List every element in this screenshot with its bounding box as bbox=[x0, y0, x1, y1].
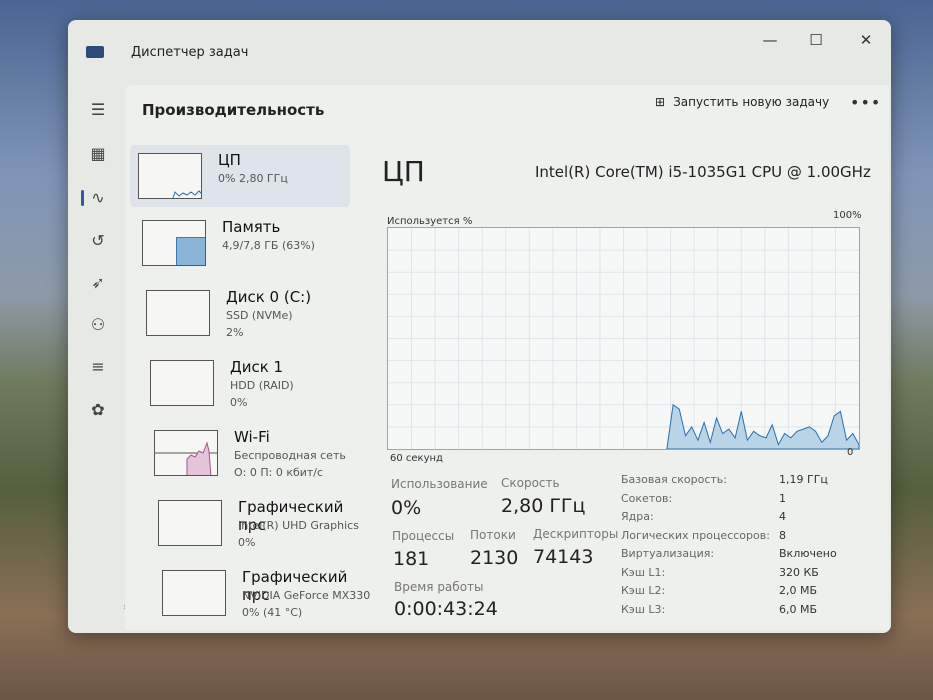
details-icon[interactable]: ≡ bbox=[86, 355, 110, 379]
spec-value: 2,0 МБ bbox=[779, 584, 818, 597]
cpu-heading: ЦП bbox=[382, 155, 425, 188]
uptime-label: Время работы bbox=[394, 580, 484, 594]
hamburger-menu-icon[interactable]: ☰ bbox=[86, 98, 110, 122]
device-name: ЦП bbox=[218, 151, 241, 169]
usage-value: 0% bbox=[391, 497, 422, 519]
performance-panel: Производительность ⊞ Запустить новую зада… bbox=[125, 85, 889, 630]
device-thumbnail-graph bbox=[146, 290, 210, 336]
cpu-model: Intel(R) Core(TM) i5-1035G1 CPU @ 1.00GH… bbox=[535, 163, 871, 181]
device-thumbnail-graph bbox=[154, 430, 218, 476]
task-manager-window: Диспетчер задач — ☐ ✕ ☰ ▦ ∿ ↺ ➶ ⚇ ≡ ✿ ⚙ … bbox=[68, 20, 891, 633]
spec-value: 1 bbox=[779, 491, 786, 505]
device-usage: 0% bbox=[230, 396, 248, 409]
device-name: Диск 1 bbox=[230, 358, 284, 376]
spec-label: Ядра: bbox=[621, 510, 654, 523]
device-detail: HDD (RAID) bbox=[230, 379, 294, 392]
startup-apps-icon[interactable]: ➶ bbox=[86, 271, 110, 295]
device-name: Диск 0 (C:) bbox=[226, 288, 312, 306]
spec-value: 1,19 ГГц bbox=[779, 473, 828, 486]
spec-label: Кэш L3: bbox=[621, 602, 666, 616]
spec-value: 4 bbox=[779, 510, 786, 523]
services-icon[interactable]: ✿ bbox=[86, 398, 110, 422]
graph-label: Используется % bbox=[387, 216, 473, 227]
device-item-cpu[interactable]: ЦП 0% 2,80 ГГц bbox=[130, 145, 350, 207]
speed-value: 2,80 ГГц bbox=[501, 495, 586, 517]
device-item-gpu[interactable]: Графический прс NVIDIA GeForce MX330 0% (4… bbox=[154, 562, 374, 624]
window-title: Диспетчер задач bbox=[131, 45, 249, 60]
performance-icon[interactable]: ∿ bbox=[81, 186, 110, 210]
graph-time-label: 60 секунд bbox=[390, 453, 443, 464]
users-icon[interactable]: ⚇ bbox=[86, 313, 110, 337]
run-new-task-button[interactable]: ⊞ Запустить новую задачу bbox=[655, 95, 829, 109]
device-thumbnail-graph bbox=[138, 153, 202, 199]
device-usage: 0% bbox=[238, 536, 256, 549]
processes-label: Процессы bbox=[392, 529, 455, 543]
handles-value: 74143 bbox=[533, 546, 594, 568]
device-name: Wi-Fi bbox=[234, 428, 270, 446]
device-item-wifi[interactable]: Wi-Fi Беспроводная сеть О: 0 П: 0 кбит/с bbox=[146, 422, 366, 484]
device-item-gpu[interactable]: Графический прс Intel(R) UHD Graphics 0% bbox=[150, 492, 370, 554]
page-title: Производительность bbox=[142, 101, 325, 119]
processes-value: 181 bbox=[393, 548, 430, 570]
device-thumbnail-graph bbox=[150, 360, 214, 406]
minimize-button[interactable]: — bbox=[748, 26, 792, 54]
device-detail: Intel(R) UHD Graphics bbox=[238, 519, 359, 532]
title-bar: Диспетчер задач — ☐ ✕ bbox=[68, 20, 891, 80]
device-detail: NVIDIA GeForce MX330 bbox=[242, 589, 371, 602]
more-options-button[interactable]: ••• bbox=[850, 93, 881, 112]
graph-max-label: 100% bbox=[833, 210, 862, 221]
spec-value: 6,0 МБ bbox=[779, 602, 818, 616]
device-thumbnail-graph bbox=[142, 220, 206, 266]
threads-value: 2130 bbox=[470, 547, 519, 569]
device-thumbnail-graph bbox=[162, 570, 226, 616]
new-task-icon: ⊞ bbox=[655, 95, 666, 109]
spec-label: Кэш L1: bbox=[621, 565, 666, 579]
threads-label: Потоки bbox=[470, 528, 516, 542]
device-detail: 0% 2,80 ГГц bbox=[218, 172, 288, 185]
graph-min-label: 0 bbox=[847, 447, 854, 458]
device-usage: О: 0 П: 0 кбит/с bbox=[234, 466, 324, 479]
device-detail: Беспроводная сеть bbox=[234, 449, 346, 462]
app-history-icon[interactable]: ↺ bbox=[86, 229, 110, 253]
device-name: Память bbox=[222, 218, 281, 236]
device-item-memory[interactable]: Память 4,9/7,8 ГБ (63%) bbox=[134, 212, 354, 274]
maximize-button[interactable]: ☐ bbox=[794, 26, 838, 54]
run-new-task-label: Запустить новую задачу bbox=[673, 95, 830, 109]
spec-label: Виртуализация: bbox=[621, 547, 715, 560]
close-button[interactable]: ✕ bbox=[844, 26, 888, 54]
device-item-disk[interactable]: Диск 0 (C:) SSD (NVMe) 2% bbox=[138, 282, 358, 344]
spec-label: Сокетов: bbox=[621, 491, 673, 505]
device-usage: 2% bbox=[226, 326, 244, 339]
spec-value: 8 bbox=[779, 528, 786, 542]
device-detail: SSD (NVMe) bbox=[226, 309, 293, 322]
device-detail: 4,9/7,8 ГБ (63%) bbox=[222, 239, 315, 252]
task-manager-icon bbox=[86, 46, 104, 58]
device-thumbnail-graph bbox=[158, 500, 222, 546]
device-usage: 0% (41 °C) bbox=[242, 606, 303, 619]
usage-label: Использование bbox=[391, 477, 488, 491]
spec-label: Базовая скорость: bbox=[621, 473, 727, 486]
spec-label: Кэш L2: bbox=[621, 584, 666, 597]
device-item-disk[interactable]: Диск 1 HDD (RAID) 0% bbox=[142, 352, 362, 414]
cpu-usage-graph bbox=[387, 227, 860, 450]
uptime-value: 0:00:43:24 bbox=[394, 598, 498, 620]
spec-value: 320 КБ bbox=[779, 565, 819, 579]
processes-icon[interactable]: ▦ bbox=[86, 142, 110, 166]
spec-label: Логических процессоров: bbox=[621, 528, 770, 542]
spec-value: Включено bbox=[779, 547, 837, 560]
speed-label: Скорость bbox=[501, 476, 560, 490]
handles-label: Дескрипторы bbox=[533, 527, 619, 541]
